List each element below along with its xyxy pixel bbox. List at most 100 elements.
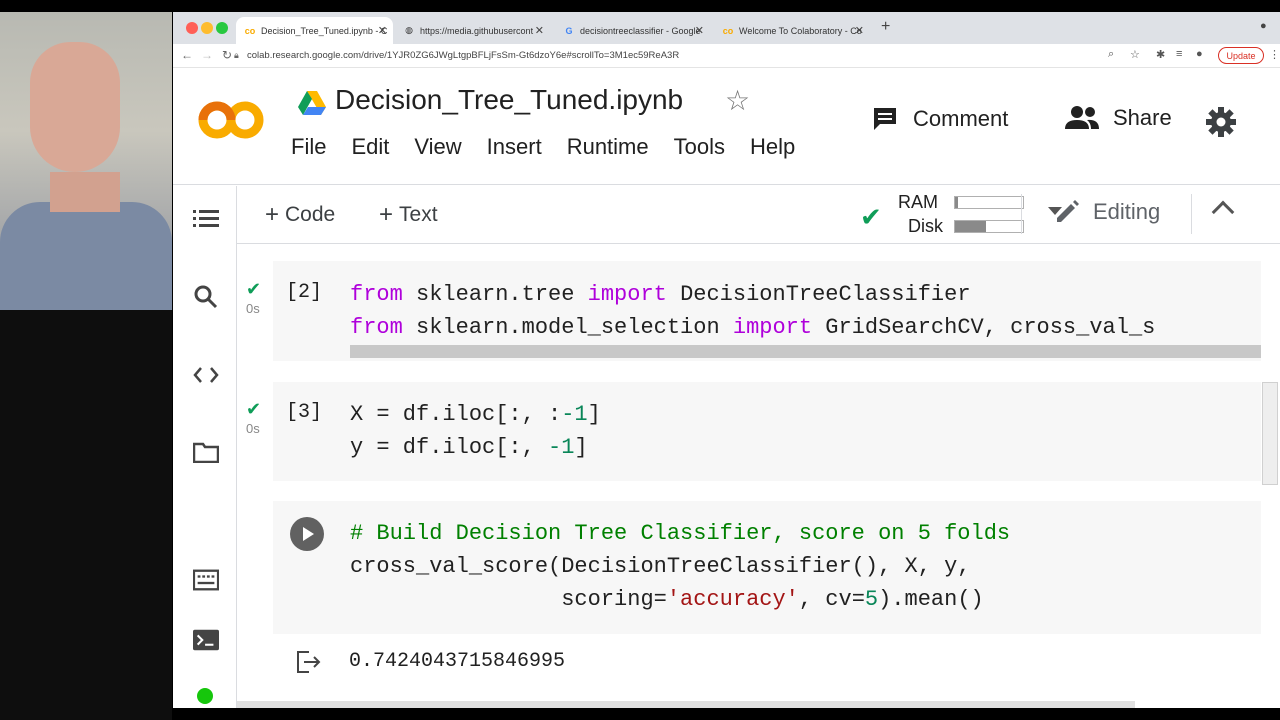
editing-mode-button[interactable]: Editing [1053,198,1160,226]
minimize-window-button[interactable] [201,22,213,34]
code-editor[interactable]: from sklearn.tree import DecisionTreeCla… [350,278,1155,344]
toolbar-divider [1021,194,1022,234]
lock-icon: 🔒︎ [234,50,239,60]
tab-search-icon[interactable]: ● [1260,20,1267,32]
collapse-header-icon[interactable] [1211,200,1235,224]
editing-label: Editing [1093,199,1161,224]
disk-usage-fill [955,221,986,232]
zoom-icon[interactable]: ⌕ [1108,48,1114,61]
reading-list-icon[interactable]: ≡ [1176,48,1182,60]
google-icon: G [565,25,573,36]
code-cell[interactable]: ✔ 0s [2] from sklearn.tree import Decisi… [246,261,1261,361]
update-button[interactable]: Update [1218,47,1264,64]
close-icon[interactable]: ✕ [695,24,704,37]
address-input[interactable]: colab.research.google.com/drive/1YJR0ZG6… [247,50,679,61]
menu-bar: File Edit View Insert Runtime Tools Help [291,134,795,160]
colab-icon: co [722,25,734,36]
add-code-label: Code [285,203,336,226]
profile-avatar[interactable]: ● [1196,48,1203,60]
runtime-status-dot [197,688,213,704]
horizontal-scrollbar[interactable] [237,701,1135,708]
colab-icon: co [244,25,256,36]
code-line: y = df.iloc[:, -1] [350,435,588,460]
resources-indicator[interactable]: ✔ RAM Disk [860,190,1062,240]
menu-edit[interactable]: Edit [351,134,389,160]
cell-exec-time: 0s [246,421,260,436]
menu-runtime[interactable]: Runtime [567,134,649,160]
table-of-contents-icon[interactable] [193,206,219,232]
browser-tab[interactable]: ◍ https://media.githubusercont ✕ [395,17,550,44]
executed-check-icon: ✔ [246,399,262,419]
notebook-title[interactable]: Decision_Tree_Tuned.ipynb [335,84,683,116]
share-button[interactable]: Share [1065,105,1172,131]
plus-icon: + [379,201,394,228]
code-cell[interactable]: ✔ 0s [3] X = df.iloc[:, :-1] y = df.iloc… [246,382,1261,481]
tab-title: Decision_Tree_Tuned.ipynb - C [261,25,388,36]
star-icon[interactable]: ☆ [725,84,750,117]
new-tab-icon[interactable]: + [881,18,890,36]
notebook-toolbar: + Code + Text ✔ RAM Disk Editing [237,186,1280,244]
code-line: cross_val_score(DecisionTreeClassifier()… [350,554,971,579]
webcam-overlay [0,12,172,310]
code-editor[interactable]: X = df.iloc[:, :-1] y = df.iloc[:, -1] [350,398,601,464]
cell-exec-count: [3] [286,401,323,424]
presenter-neck [50,172,120,212]
output-actions-icon[interactable] [295,650,321,674]
horizontal-scrollbar[interactable] [350,345,1261,358]
comment-button[interactable]: Comment [871,105,1008,133]
bookmark-star-icon[interactable]: ☆ [1130,48,1140,61]
close-icon[interactable]: ✕ [855,24,864,37]
connected-check-icon: ✔ [860,202,882,232]
code-editor[interactable]: # Build Decision Tree Classifier, score … [350,517,1010,616]
vertical-scrollbar[interactable] [1262,382,1278,485]
play-icon [303,527,314,541]
code-snippets-icon[interactable] [193,362,219,388]
menu-file[interactable]: File [291,134,326,160]
tab-title: Welcome To Colaboratory - Co [739,25,862,36]
folder-icon[interactable] [193,439,219,465]
tab-strip: co Decision_Tree_Tuned.ipynb - C ✕ ◍ htt… [173,12,1280,44]
reload-icon[interactable]: ↻ [222,48,232,62]
address-bar-row: ← → ↻ 🔒︎ colab.research.google.com/drive… [173,44,1280,68]
code-cell-active[interactable]: # Build Decision Tree Classifier, score … [273,501,1261,634]
browser-tab[interactable]: co Decision_Tree_Tuned.ipynb - C ✕ [236,17,393,44]
menu-insert[interactable]: Insert [487,134,542,160]
presenter-face [30,42,120,172]
run-cell-button[interactable] [290,517,324,551]
pencil-icon [1057,200,1079,222]
browser-tab[interactable]: co Welcome To Colaboratory - Co ✕ [714,17,870,44]
code-line: from sklearn.tree import DecisionTreeCla… [350,282,971,307]
add-code-button[interactable]: + Code [265,201,335,229]
notebook-area: ✔ 0s [2] from sklearn.tree import Decisi… [237,245,1280,708]
back-icon[interactable]: ← [181,48,193,62]
close-window-button[interactable] [186,22,198,34]
command-palette-icon[interactable] [193,567,219,593]
globe-icon: ◍ [405,25,413,35]
code-line: scoring='accuracy', cv=5).mean() [350,587,984,612]
people-icon [1065,106,1099,129]
add-text-button[interactable]: + Text [379,201,438,229]
menu-tools[interactable]: Tools [674,134,725,160]
extensions-icon[interactable]: ✱ [1156,48,1165,61]
add-text-label: Text [399,203,438,226]
maximize-window-button[interactable] [216,22,228,34]
menu-help[interactable]: Help [750,134,795,160]
settings-gear-icon[interactable] [1206,107,1236,137]
cell-exec-count: [2] [286,281,323,304]
browser-tab[interactable]: G decisiontreeclassifier - Google ✕ [555,17,710,44]
terminal-icon[interactable] [193,627,219,653]
close-icon[interactable]: ✕ [535,24,544,37]
browser-menu-icon[interactable]: ⋮ [1269,48,1280,61]
ram-label: RAM [898,192,938,212]
menu-view[interactable]: View [414,134,461,160]
code-line: # Build Decision Tree Classifier, score … [350,521,1011,546]
executed-check-icon: ✔ [246,279,262,299]
disk-usage-bar [954,220,1024,233]
code-line: from sklearn.model_selection import Grid… [350,315,1156,340]
search-icon[interactable] [193,284,219,310]
toolbar-divider [1191,194,1192,234]
forward-icon[interactable]: → [201,48,213,62]
presenter-shirt [0,202,172,310]
close-icon[interactable]: ✕ [378,24,387,37]
google-drive-icon[interactable] [298,91,326,115]
